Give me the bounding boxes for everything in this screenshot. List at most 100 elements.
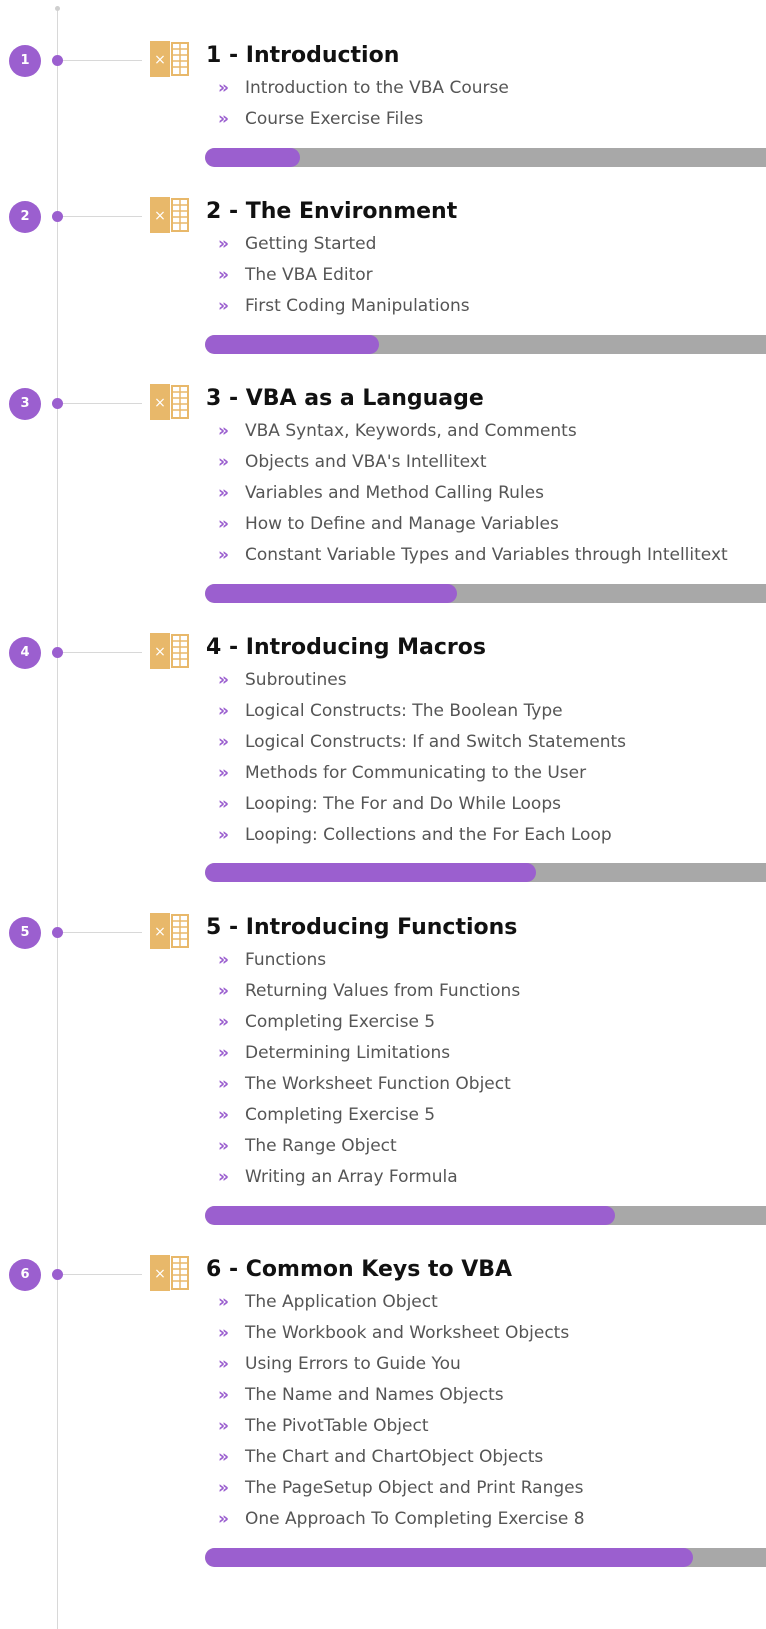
timeline-connector (63, 1274, 142, 1275)
lesson-label: The Worksheet Function Object (245, 1074, 511, 1094)
chevron-double-right-icon: » (218, 545, 229, 565)
lesson-item: » Variables and Method Calling Rules (218, 478, 728, 509)
module-progress-fill (205, 863, 536, 882)
lesson-item: » Determining Limitations (218, 1038, 520, 1069)
lesson-label: One Approach To Completing Exercise 8 (245, 1509, 585, 1529)
lesson-list: » VBA Syntax, Keywords, and Comments » Obje… (218, 416, 728, 571)
module-number-badge: 3 (9, 388, 41, 420)
lesson-item: » Introduction to the VBA Course (218, 73, 509, 104)
lesson-label: Returning Values from Functions (245, 981, 521, 1001)
module-title: 4 - Introducing Macros (206, 635, 486, 660)
svg-text:×: × (154, 208, 166, 224)
chevron-double-right-icon: » (218, 732, 229, 752)
excel-file-icon: × (148, 37, 192, 81)
module-progress-bar (205, 1206, 766, 1225)
lesson-label: How to Define and Manage Variables (245, 514, 559, 534)
svg-text:×: × (154, 1266, 166, 1282)
lesson-label: The Workbook and Worksheet Objects (245, 1323, 570, 1343)
module-number-badge: 5 (9, 917, 41, 949)
timeline-connector (63, 60, 142, 61)
lesson-label: Introduction to the VBA Course (245, 78, 509, 98)
chevron-double-right-icon: » (218, 1323, 229, 1343)
module-progress-bar (205, 1548, 766, 1567)
lesson-label: Completing Exercise 5 (245, 1105, 436, 1125)
lesson-item: » Completing Exercise 5 (218, 1007, 520, 1038)
timeline-connector (63, 216, 142, 217)
lesson-item: » The Range Object (218, 1131, 520, 1162)
module-number-badge: 6 (9, 1259, 41, 1291)
lesson-list: » Getting Started » The VBA Editor » First Co… (218, 229, 470, 322)
lesson-list: » Subroutines » Logical Constructs: The Boo… (218, 665, 626, 851)
chevron-double-right-icon: » (218, 109, 229, 129)
lesson-item: » The PageSetup Object and Print Ranges (218, 1473, 585, 1504)
lesson-list: » Functions » Returning Values from Functio… (218, 945, 520, 1193)
chevron-double-right-icon: » (218, 794, 229, 814)
lesson-label: The PageSetup Object and Print Ranges (245, 1478, 584, 1498)
timeline-start-dot (55, 6, 60, 11)
chevron-double-right-icon: » (218, 1292, 229, 1312)
chevron-double-right-icon: » (218, 1105, 229, 1125)
lesson-item: » The VBA Editor (218, 260, 470, 291)
lesson-item: » Logical Constructs: The Boolean Type (218, 696, 626, 727)
module-progress-fill (205, 335, 379, 354)
excel-file-icon: × (148, 193, 192, 237)
chevron-double-right-icon: » (218, 234, 229, 254)
lesson-item: » Subroutines (218, 665, 626, 696)
chevron-double-right-icon: » (218, 1012, 229, 1032)
chevron-double-right-icon: » (218, 670, 229, 690)
chevron-double-right-icon: » (218, 1136, 229, 1156)
module-progress-fill (205, 1548, 694, 1567)
chevron-double-right-icon: » (218, 514, 229, 534)
lesson-label: The Range Object (245, 1136, 397, 1156)
module-progress-fill (205, 584, 458, 603)
excel-file-icon: × (148, 909, 192, 953)
lesson-label: The Name and Names Objects (245, 1385, 504, 1405)
lesson-label: Determining Limitations (245, 1043, 451, 1063)
timeline-dot (52, 211, 63, 222)
timeline-dot (52, 398, 63, 409)
lesson-item: » The Worksheet Function Object (218, 1069, 520, 1100)
module-number-badge: 4 (9, 637, 41, 669)
timeline-connector (63, 403, 142, 404)
lesson-label: VBA Syntax, Keywords, and Comments (245, 421, 577, 441)
lesson-label: The PivotTable Object (245, 1416, 429, 1436)
lesson-list: » The Application Object » The Workbook and… (218, 1287, 585, 1535)
chevron-double-right-icon: » (218, 1385, 229, 1405)
module-progress-fill (205, 1206, 615, 1225)
lesson-label: Writing an Array Formula (245, 1167, 458, 1187)
lesson-item: » Functions (218, 945, 520, 976)
module-title: 6 - Common Keys to VBA (206, 1257, 513, 1282)
lesson-item: » VBA Syntax, Keywords, and Comments (218, 416, 728, 447)
lesson-label: Functions (245, 950, 327, 970)
lesson-item: » Methods for Communicating to the User (218, 758, 626, 789)
module-title: 2 - The Environment (206, 199, 458, 224)
chevron-double-right-icon: » (218, 1167, 229, 1187)
module-number-badge: 2 (9, 201, 41, 233)
lesson-item: » The PivotTable Object (218, 1411, 585, 1442)
excel-file-icon: × (148, 380, 192, 424)
lesson-label: Completing Exercise 5 (245, 1012, 436, 1032)
lesson-item: » One Approach To Completing Exercise 8 (218, 1504, 585, 1535)
lesson-item: » Constant Variable Types and Variables t… (218, 540, 728, 571)
lesson-label: Getting Started (245, 234, 377, 254)
chevron-double-right-icon: » (218, 1074, 229, 1094)
excel-file-icon: × (148, 1251, 192, 1295)
module-title: 5 - Introducing Functions (206, 915, 518, 940)
timeline-connector (63, 652, 142, 653)
chevron-double-right-icon: » (218, 421, 229, 441)
timeline-connector (63, 932, 142, 933)
lesson-label: Methods for Communicating to the User (245, 763, 587, 783)
timeline-dot (52, 647, 63, 658)
chevron-double-right-icon: » (218, 763, 229, 783)
lesson-label: Objects and VBA's Intellitext (245, 452, 487, 472)
lesson-label: Constant Variable Types and Variables th… (245, 545, 728, 565)
svg-text:×: × (154, 924, 166, 940)
lesson-item: » Returning Values from Functions (218, 976, 520, 1007)
chevron-double-right-icon: » (218, 1478, 229, 1498)
chevron-double-right-icon: » (218, 1447, 229, 1467)
lesson-label: First Coding Manipulations (245, 296, 470, 316)
chevron-double-right-icon: » (218, 1354, 229, 1374)
timeline-dot (52, 1269, 63, 1280)
lesson-label: The Chart and ChartObject Objects (245, 1447, 544, 1467)
lesson-list: » Introduction to the VBA Course » Course E… (218, 73, 509, 135)
